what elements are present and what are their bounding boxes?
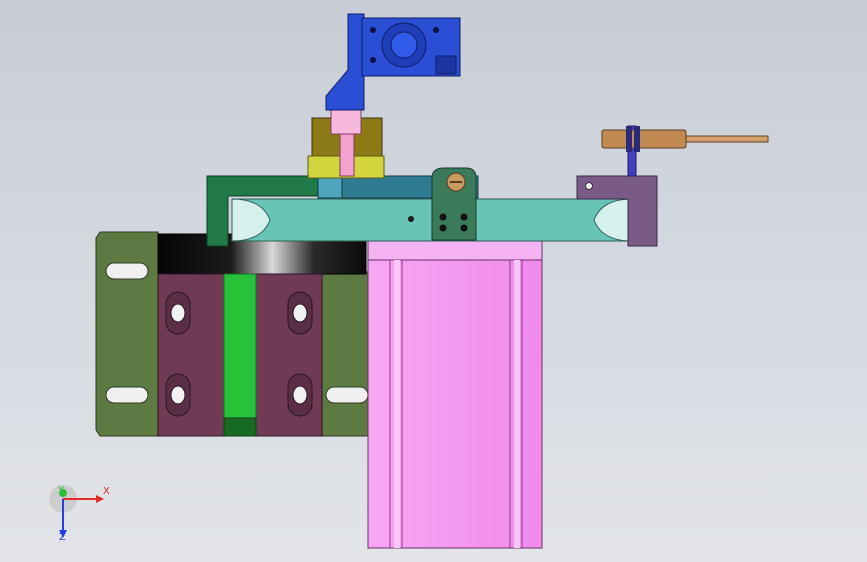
plate-slot: [105, 386, 149, 404]
assembly-model[interactable]: [0, 0, 867, 562]
slide-block-left: [157, 273, 225, 437]
mounting-plate-right: [321, 271, 369, 437]
plate-slot: [105, 262, 149, 280]
axis-z-label: Z: [59, 532, 66, 543]
plate-slot: [325, 386, 369, 404]
clamp-block: [431, 167, 477, 241]
proximity-sensor: [601, 126, 769, 152]
slide-block-right: [255, 273, 323, 437]
linear-rail: [223, 273, 257, 437]
servo-motor: [367, 239, 543, 549]
mounting-plate: [95, 231, 159, 437]
link-end: [317, 175, 343, 199]
axis-x-label: X: [103, 486, 110, 497]
gearbox-assembly: [325, 13, 461, 111]
axis-y-label: Y: [58, 485, 65, 496]
cad-viewport[interactable]: X Y Z: [0, 0, 867, 562]
